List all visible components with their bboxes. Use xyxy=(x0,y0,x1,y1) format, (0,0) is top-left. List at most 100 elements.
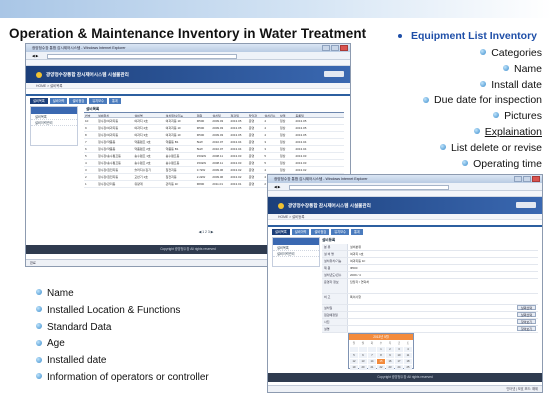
column-header[interactable]: 점검일 xyxy=(230,113,248,117)
column-header[interactable]: 상태 xyxy=(279,113,295,117)
calendar-day[interactable]: 1 xyxy=(377,347,385,352)
url-input[interactable] xyxy=(288,184,450,190)
column-header[interactable]: 설비위치 xyxy=(97,113,133,117)
field-value[interactable]: 여과지 1호 xyxy=(348,251,538,257)
table-row[interactable]: 4 정수장/송수펌프동 송수펌프 2호 송수펌프동 150kW 2008.11 2013.0… xyxy=(84,160,344,167)
calendar-day[interactable]: 7 xyxy=(368,353,376,358)
feature-list-left: Name Installed Location & Functions Standa… xyxy=(36,286,209,387)
field-button[interactable]: 날짜선택 xyxy=(516,305,536,310)
calendar-day[interactable]: 19 xyxy=(350,365,358,370)
bullet-icon xyxy=(480,80,487,87)
menu-tab[interactable]: 통계 xyxy=(108,98,121,104)
banner-title: 광양정수장통합 감시제어시스템 시설물관리 xyxy=(288,203,371,208)
calendar-day[interactable]: 5 xyxy=(350,353,358,358)
calendar-day[interactable]: 6 xyxy=(359,353,367,358)
table-row[interactable]: 5 정수장/송수펌프동 송수펌프 1호 송수펌프동 150kW 2008.11 2013.0… xyxy=(84,153,344,160)
menu-tab[interactable]: 설비점검 xyxy=(69,98,88,104)
column-header[interactable]: 담당자 xyxy=(248,113,264,117)
field-input[interactable]: 설비분류 xyxy=(350,245,361,249)
table-row[interactable]: 6 정수장/약품동 약품펌프 2호 약품동 B1 5kW 2010.07 2013.04 운영… xyxy=(84,146,344,153)
table-cell: 정상 xyxy=(279,133,286,137)
table-cell: 2009.06 xyxy=(212,168,224,172)
minimize-icon[interactable] xyxy=(514,176,522,182)
column-header[interactable]: 설치년수 xyxy=(263,113,279,117)
close-icon[interactable] xyxy=(532,176,540,182)
url-input[interactable] xyxy=(46,53,238,59)
menu-tab[interactable]: 유지보수 xyxy=(89,98,107,104)
table-row[interactable]: 7 정수장/약품동 약품펌프 1호 약품동 B1 5kW 2010.07 2013.04 운영… xyxy=(84,139,344,146)
table-row[interactable]: 9 정수장/여과지동 여과지 2호 여과지동 1F Φ500 2009.03 2013.05… xyxy=(84,125,344,132)
calendar-day[interactable]: 22 xyxy=(377,365,385,370)
table-cell: 운영 xyxy=(248,154,255,158)
calendar-day[interactable]: 21 xyxy=(368,365,376,370)
menu-tab[interactable]: 설비목록 xyxy=(30,98,48,104)
field-input[interactable]: 여과지 1호 xyxy=(350,252,364,256)
table-cell: 정수장/침전지동 xyxy=(98,175,119,179)
field-input[interactable]: 특이사항 xyxy=(350,295,361,299)
table-cell: Φ500 xyxy=(196,119,205,123)
table-row[interactable]: 10 정수장/여과지동 여과지 1호 여과지동 1F Φ500 2009.03 2013.0… xyxy=(84,118,344,125)
maximize-icon[interactable] xyxy=(331,45,339,51)
menu-tab[interactable]: 설비점검 xyxy=(311,229,330,235)
field-value[interactable]: Φ500 xyxy=(348,265,538,271)
column-header[interactable]: 설비명 xyxy=(133,113,164,117)
menu-tab[interactable]: 설비이력 xyxy=(49,98,68,104)
column-header[interactable]: 등록일 xyxy=(295,113,316,117)
field-button[interactable]: 날짜선택 xyxy=(516,312,536,317)
field-input[interactable]: 담당자 / 연락처 xyxy=(350,280,369,284)
field-button[interactable]: 찾아보기 xyxy=(516,319,536,324)
calendar-day[interactable]: 25 xyxy=(404,365,412,370)
field-value[interactable]: 여과지동 1F xyxy=(348,258,538,264)
column-header[interactable]: 설치일 xyxy=(211,113,229,117)
calendar-day[interactable]: 18 xyxy=(404,359,412,364)
field-input[interactable]: 2009 / 4 xyxy=(350,273,361,277)
maximize-icon[interactable] xyxy=(523,176,531,182)
calendar-day[interactable]: 14 xyxy=(368,359,376,364)
minimize-icon[interactable] xyxy=(322,45,330,51)
menu-tab[interactable]: 통계 xyxy=(350,229,363,235)
calendar-day[interactable]: 16 xyxy=(386,359,394,364)
close-icon[interactable] xyxy=(340,45,348,51)
table-row[interactable]: 3 정수장/침전지동 슬러지수집기 침전지동 3.7kW 2009.06 2013.02 운영… xyxy=(84,167,344,174)
field-input[interactable]: 여과지동 1F xyxy=(350,259,365,263)
calendar-day[interactable]: 10 xyxy=(395,353,403,358)
column-header[interactable]: 설치위치/기능 xyxy=(165,113,196,117)
calendar-day[interactable]: 20 xyxy=(359,365,367,370)
table-cell: 약품동 B1 xyxy=(165,140,179,144)
date-picker[interactable]: 2013년 5월 일 월 화 수 목 금 토 1 2 3 4 5 6 7 8 9 10 11 12 13 14 15 16 1… xyxy=(348,333,414,370)
calendar-day[interactable]: 3 xyxy=(395,347,403,352)
calendar-day[interactable]: 15 xyxy=(377,359,385,364)
calendar-day[interactable]: 12 xyxy=(350,359,358,364)
side-nav-item[interactable]: 설비이력관리 xyxy=(273,251,319,257)
table-cell: 여과지동 1F xyxy=(165,126,181,130)
calendar-day[interactable]: 17 xyxy=(395,359,403,364)
calendar-day[interactable]: 8 xyxy=(377,353,385,358)
feature-item-label: Installed Location & Functions xyxy=(47,304,181,316)
calendar-day[interactable]: 4 xyxy=(404,347,412,352)
calendar-day[interactable]: 23 xyxy=(386,365,394,370)
table-row[interactable]: 8 정수장/여과지동 여과지 3호 여과지동 1F Φ500 2009.03 2013.05… xyxy=(84,132,344,139)
table-cell: 5 xyxy=(264,154,266,158)
side-nav-item[interactable]: 설비이력관리 xyxy=(31,120,77,126)
menu-tab[interactable]: 설비이력 xyxy=(291,229,310,235)
status-bar: 인터넷 | 보호 모드: 해제 xyxy=(268,385,542,392)
calendar-day[interactable]: 13 xyxy=(359,359,367,364)
logout-button[interactable] xyxy=(516,202,536,208)
menu-tab[interactable]: 설비목록 xyxy=(272,229,290,235)
calendar-day[interactable]: 2 xyxy=(386,347,394,352)
field-input[interactable]: Φ500 xyxy=(350,266,357,270)
form-row: 설치년도/년수 2009 / 4 xyxy=(322,272,538,279)
field-value[interactable]: 특이사항 xyxy=(348,294,538,304)
calendar-day[interactable]: 9 xyxy=(386,353,394,358)
calendar-day[interactable]: 11 xyxy=(404,353,412,358)
field-value[interactable]: 담당자 / 연락처 xyxy=(348,279,538,293)
pagination[interactable]: ◀ 1 2 3 ▶ xyxy=(176,229,236,235)
logout-button[interactable] xyxy=(324,71,344,77)
field-button[interactable]: 찾아보기 xyxy=(516,326,536,331)
menu-tab[interactable]: 유지보수 xyxy=(331,229,349,235)
column-header[interactable]: 제원 xyxy=(196,113,212,117)
field-value[interactable]: 2009 / 4 xyxy=(348,272,538,278)
calendar-day[interactable]: 24 xyxy=(395,365,403,370)
column-header[interactable]: 번호 xyxy=(84,113,97,117)
field-value[interactable]: 설비분류 xyxy=(348,244,538,250)
